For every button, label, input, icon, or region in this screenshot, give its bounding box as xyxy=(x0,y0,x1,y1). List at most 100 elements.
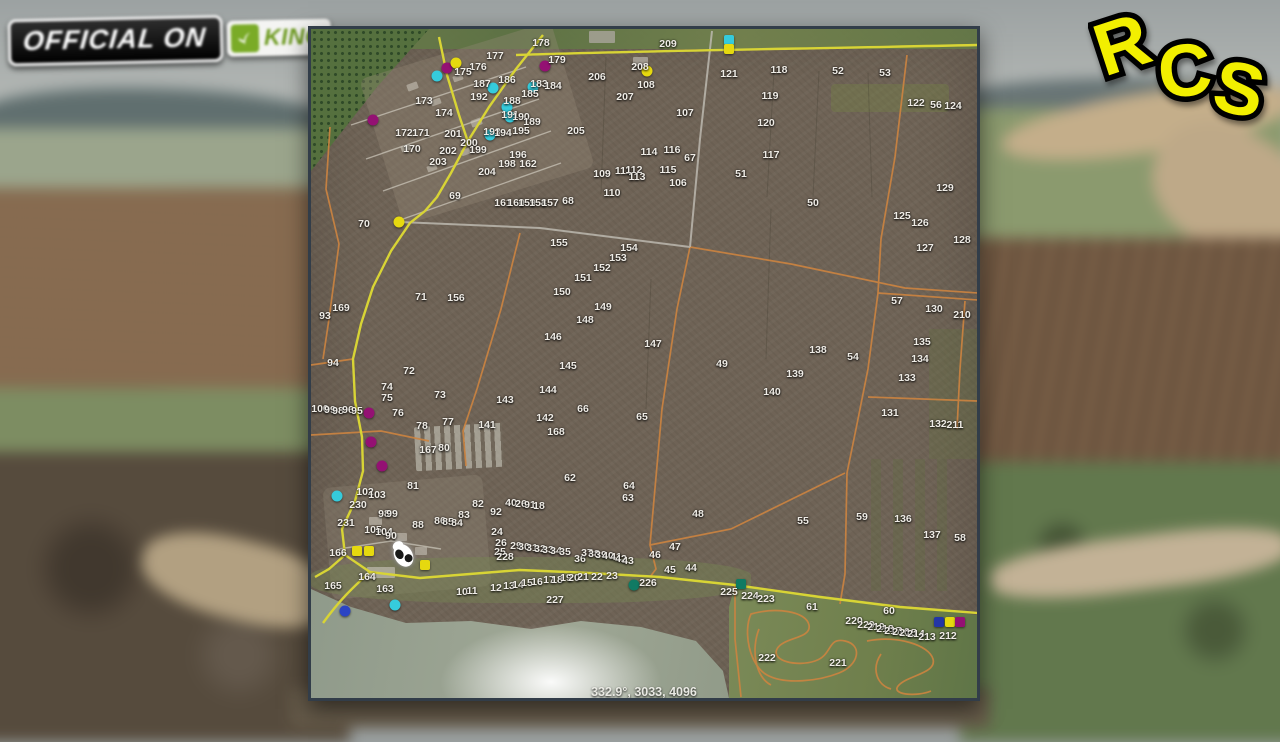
field-label-81: 81 xyxy=(407,480,419,492)
field-label-208: 208 xyxy=(631,61,649,73)
field-label-152: 152 xyxy=(593,262,611,274)
official-banner-text: OFFICIAL ON xyxy=(22,22,208,57)
player-coordinates-text: 332.9°, 3033, 4096 xyxy=(591,685,697,699)
field-label-118: 118 xyxy=(771,64,788,76)
field-label-62: 62 xyxy=(564,472,576,484)
field-label-47: 47 xyxy=(669,541,681,553)
field-label-163: 163 xyxy=(376,583,394,595)
field-label-148: 148 xyxy=(576,314,594,326)
field-label-54: 54 xyxy=(847,351,859,363)
field-label-16: 16 xyxy=(531,576,543,588)
field-label-186: 186 xyxy=(498,74,516,86)
field-label-129: 129 xyxy=(936,182,954,194)
field-label-90: 90 xyxy=(385,530,397,542)
field-label-146: 146 xyxy=(544,331,562,343)
rcs-letter-c: C xyxy=(1154,26,1216,114)
field-label-147: 147 xyxy=(644,338,662,350)
field-label-144: 144 xyxy=(539,384,557,396)
field-label-228: 228 xyxy=(496,551,514,563)
field-label-75: 75 xyxy=(381,392,393,404)
field-label-210: 210 xyxy=(953,309,971,321)
field-label-231: 231 xyxy=(337,517,355,529)
field-label-56: 56 xyxy=(930,99,942,111)
field-label-222: 222 xyxy=(758,652,776,664)
field-label-55: 55 xyxy=(797,515,809,527)
field-label-61: 61 xyxy=(806,601,818,613)
field-label-175: 175 xyxy=(454,66,472,78)
field-label-205: 205 xyxy=(567,125,585,137)
field-label-63: 63 xyxy=(622,492,634,504)
field-label-82: 82 xyxy=(472,498,484,510)
field-label-172: 172 xyxy=(395,127,413,139)
field-label-124: 124 xyxy=(944,100,962,112)
field-label-206: 206 xyxy=(588,71,606,83)
field-label-35: 35 xyxy=(559,546,571,558)
field-label-198: 198 xyxy=(498,158,516,170)
field-label-114: 114 xyxy=(641,146,658,158)
field-label-103: 103 xyxy=(368,489,386,501)
field-label-134: 134 xyxy=(911,353,929,365)
field-label-73: 73 xyxy=(434,389,446,401)
field-label-227: 227 xyxy=(546,594,564,606)
field-label-113: 113 xyxy=(629,171,646,183)
field-label-58: 58 xyxy=(954,532,966,544)
field-label-195: 195 xyxy=(512,125,530,137)
field-label-125: 125 xyxy=(893,210,911,222)
field-label-49: 49 xyxy=(716,358,728,370)
field-label-143: 143 xyxy=(496,394,514,406)
map-viewport[interactable]: 1782091771791761752082061211185253187186… xyxy=(308,26,980,701)
plowed-field-left xyxy=(0,188,340,403)
field-label-169: 169 xyxy=(332,302,350,314)
field-label-178: 178 xyxy=(532,37,550,49)
field-label-207: 207 xyxy=(616,91,634,103)
field-label-69: 69 xyxy=(449,190,461,202)
field-label-149: 149 xyxy=(594,301,612,313)
field-label-203: 203 xyxy=(429,156,447,168)
field-label-130: 130 xyxy=(925,303,943,315)
field-label-199: 199 xyxy=(469,144,487,156)
field-label-80: 80 xyxy=(438,442,450,454)
field-label-139: 139 xyxy=(786,368,804,380)
field-label-22: 22 xyxy=(591,571,603,583)
field-label-167: 167 xyxy=(419,444,437,456)
field-label-53: 53 xyxy=(879,67,891,79)
field-label-151: 151 xyxy=(574,272,592,284)
field-label-126: 126 xyxy=(911,217,929,229)
field-label-120: 120 xyxy=(757,117,775,129)
field-label-46: 46 xyxy=(649,549,661,561)
field-label-65: 65 xyxy=(636,411,648,423)
field-label-108: 108 xyxy=(637,79,655,91)
field-label-23: 23 xyxy=(606,570,618,582)
field-label-21: 21 xyxy=(577,571,589,583)
field-label-66: 66 xyxy=(577,403,589,415)
field-label-48: 48 xyxy=(692,508,704,520)
field-label-185: 185 xyxy=(521,88,539,100)
field-label-168: 168 xyxy=(547,426,565,438)
field-label-93: 93 xyxy=(319,310,331,322)
field-label-67: 67 xyxy=(684,152,696,164)
field-label-135: 135 xyxy=(913,336,931,348)
field-label-173: 173 xyxy=(415,95,433,107)
field-label-201: 201 xyxy=(444,128,462,140)
field-label-68: 68 xyxy=(562,195,574,207)
field-label-51: 51 xyxy=(735,168,747,180)
field-label-179: 179 xyxy=(548,54,566,66)
field-label-137: 137 xyxy=(923,529,941,541)
kingmods-logo-icon xyxy=(231,24,260,53)
field-label-188: 188 xyxy=(503,95,521,107)
field-label-127: 127 xyxy=(916,242,934,254)
field-label-225: 225 xyxy=(720,586,738,598)
field-label-213: 213 xyxy=(918,631,936,643)
field-label-141: 141 xyxy=(478,419,496,431)
field-label-192: 192 xyxy=(470,91,488,103)
field-label-52: 52 xyxy=(832,65,844,77)
rcs-letter-r: R xyxy=(1088,0,1160,92)
field-label-224: 224 xyxy=(741,590,759,602)
field-label-12: 12 xyxy=(490,582,502,594)
field-label-71: 71 xyxy=(415,291,427,303)
field-label-212: 212 xyxy=(939,630,957,642)
field-label-72: 72 xyxy=(403,365,415,377)
field-label-133: 133 xyxy=(898,372,916,384)
field-label-221: 221 xyxy=(829,657,847,669)
field-label-116: 116 xyxy=(664,144,681,156)
